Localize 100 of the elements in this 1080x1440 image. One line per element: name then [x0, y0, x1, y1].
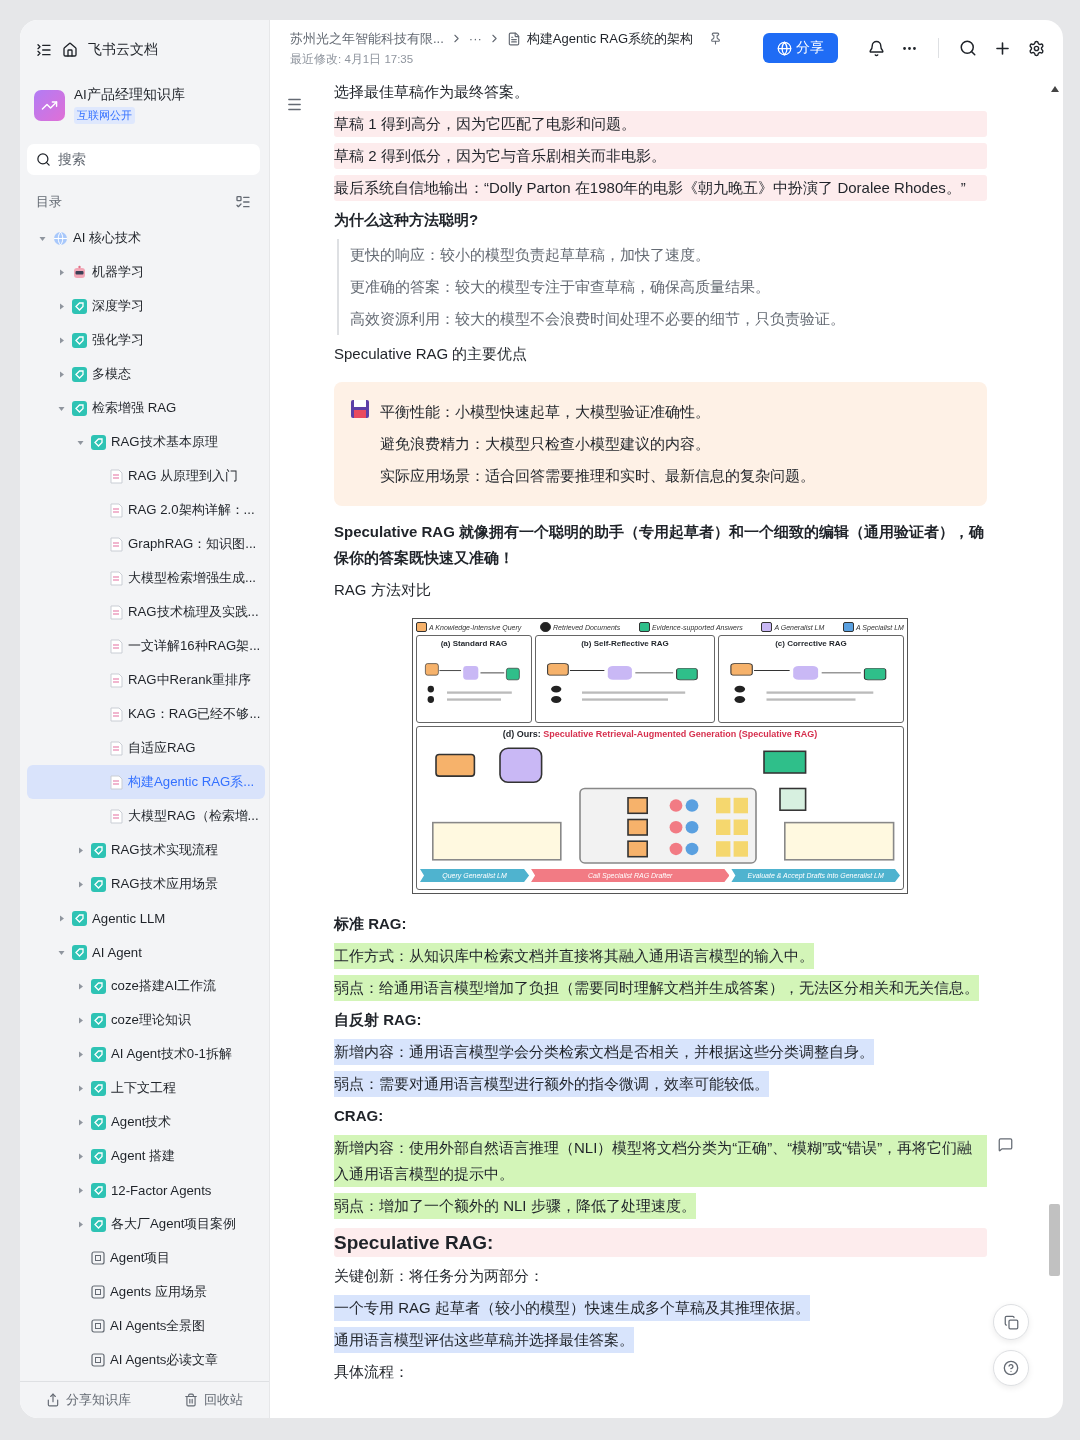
tag-icon [72, 366, 87, 382]
board-icon [91, 1353, 105, 1367]
breadcrumb-link[interactable]: 苏州光之年智能科技有限... [290, 29, 444, 48]
home-icon[interactable] [62, 42, 78, 58]
tree-item[interactable]: 多模态 [27, 357, 265, 391]
tree-item[interactable]: RAG技术实现流程 [27, 833, 265, 867]
trash-icon [183, 1393, 198, 1407]
tree-item[interactable]: coze搭建AI工作流 [27, 969, 265, 1003]
tree-item[interactable]: 大模型RAG（检索增... [27, 799, 265, 833]
tree-item[interactable]: 12-Factor Agents [27, 1173, 265, 1207]
space-title: AI产品经理知识库 [74, 86, 185, 104]
document-icon [110, 774, 123, 790]
tree-item[interactable]: 深度学习 [27, 289, 265, 323]
collapse-sidebar-icon[interactable] [36, 42, 52, 58]
last-modified-text: 最近修改: 4月1日 17:35 [290, 51, 415, 67]
share-space-button[interactable]: 分享知识库 [40, 1390, 138, 1410]
tree-item[interactable]: RAG 2.0架构详解：... [27, 493, 265, 527]
tree-item[interactable]: Agent 搭建 [27, 1139, 265, 1173]
tag-icon [91, 1046, 106, 1062]
document-icon [110, 604, 123, 620]
paragraph: 关键创新：将任务分为两部分： [334, 1266, 545, 1286]
tree-item[interactable]: 机器学习 [27, 255, 265, 289]
paragraph: 具体流程： [334, 1362, 410, 1382]
tree-item[interactable]: AI Agents全景图 [27, 1309, 265, 1343]
tree-item[interactable]: 各大厂Agent项目案例 [27, 1207, 265, 1241]
tree-item[interactable]: Agentic LLM [27, 901, 265, 935]
help-icon[interactable] [993, 1350, 1029, 1386]
search-field[interactable]: 搜索 [27, 144, 260, 175]
share-icon [46, 1393, 61, 1407]
tag-icon [72, 400, 87, 416]
scroll-up-arrow-icon[interactable] [1050, 86, 1059, 92]
tree-item[interactable]: GraphRAG：知识图... [27, 527, 265, 561]
pin-icon[interactable] [709, 32, 722, 45]
search-icon [36, 152, 51, 167]
tree-item[interactable]: AI 核心技术 [27, 221, 265, 255]
trash-button[interactable]: 回收站 [177, 1390, 249, 1410]
highlighted-text: 通用语言模型评估这些草稿并选择最佳答案。 [334, 1327, 634, 1353]
breadcrumb-link[interactable]: 构建Agentic RAG系统的架构 [526, 29, 693, 48]
tree-item[interactable]: RAG中Rerank重排序 [27, 663, 265, 697]
tree-item[interactable]: 检索增强 RAG [27, 391, 265, 425]
breadcrumb-link[interactable]: ··· [468, 31, 482, 46]
diagram-panel: (b) Self-Reflective RAG [535, 635, 715, 723]
tag-icon [72, 944, 87, 960]
tree-item[interactable]: AI Agents必读文章 [27, 1343, 265, 1377]
visibility-badge: 互联网公开 [74, 107, 135, 124]
document-icon [110, 706, 123, 722]
globe-icon [53, 230, 68, 246]
tag-icon [91, 1114, 106, 1130]
tree-item[interactable]: 一文详解16种RAG架... [27, 629, 265, 663]
tag-icon [91, 1080, 106, 1096]
highlighted-text: 新增内容：通用语言模型学会分类检索文档是否相关，并根据这些分类调整自身。 [334, 1039, 874, 1065]
tree-item[interactable]: RAG技术应用场景 [27, 867, 265, 901]
tree-item[interactable]: RAG技术梳理及实践... [27, 595, 265, 629]
share-button[interactable]: 分享 [763, 33, 838, 63]
diagram-panel: (a) Standard RAG [416, 635, 532, 723]
tag-icon [91, 1012, 106, 1028]
paragraph: 选择最佳草稿作为最终答案。 [334, 82, 530, 102]
app-title[interactable]: 飞书云文档 [88, 41, 158, 59]
document-icon [110, 672, 123, 688]
quote-line: 高效资源利用：较大的模型不会浪费时间处理不必要的细节，只负责验证。 [350, 309, 846, 329]
list-icon[interactable] [235, 194, 251, 210]
tree-item[interactable]: 自适应RAG [27, 731, 265, 765]
copy-icon[interactable] [993, 1304, 1029, 1340]
tree-item[interactable]: 强化学习 [27, 323, 265, 357]
section-heading: Speculative RAG: [334, 1228, 987, 1257]
comment-icon[interactable] [998, 1137, 1013, 1152]
tree-item[interactable]: AI Agent技术0-1拆解 [27, 1037, 265, 1071]
callout-line: 实际应用场景：适合回答需要推理和实时、最新信息的复杂问题。 [380, 466, 815, 486]
highlighted-text: 一个专用 RAG 起草者（较小的模型）快速生成多个草稿及其推理依据。 [334, 1295, 810, 1321]
tag-icon [91, 1148, 106, 1164]
tree-item[interactable]: Agent技术 [27, 1105, 265, 1139]
document-icon [110, 502, 123, 518]
tree-item[interactable]: KAG：RAG已经不够... [27, 697, 265, 731]
tree-item[interactable]: RAG 从原理到入门 [27, 459, 265, 493]
toc-label: 目录 [36, 193, 62, 211]
scrollbar-thumb[interactable] [1049, 1204, 1060, 1276]
callout-line: 避免浪费精力：大模型只检查小模型建议的内容。 [380, 434, 711, 454]
board-icon [91, 1319, 105, 1333]
tree-item[interactable]: 大模型检索增强生成... [27, 561, 265, 595]
tag-icon [91, 876, 106, 892]
document-icon [506, 31, 521, 46]
robot-icon [72, 264, 87, 280]
globe-icon [777, 40, 792, 56]
tree-item[interactable]: Agents 应用场景 [27, 1275, 265, 1309]
tree-item[interactable]: RAG技术基本原理 [27, 425, 265, 459]
tree-item[interactable]: coze理论知识 [27, 1003, 265, 1037]
highlighted-text: 弱点：增加了一个额外的 NLI 步骤，降低了处理速度。 [334, 1193, 696, 1219]
highlighted-text: 弱点：给通用语言模型增加了负担（需要同时理解文档并生成答案），无法区分相关和无关信息。 [334, 975, 979, 1001]
tag-icon [91, 1216, 106, 1232]
tree-item[interactable]: AI Agent [27, 935, 265, 969]
tag-icon [91, 1182, 106, 1198]
tree-item[interactable]: 上下文工程 [27, 1071, 265, 1105]
bold-paragraph: 为什么这种方法聪明? [334, 210, 480, 230]
tree-item[interactable]: Agent项目 [27, 1241, 265, 1275]
outline-icon[interactable] [286, 96, 303, 113]
highlighted-text: 工作方式：从知识库中检索文档并直接将其融入通用语言模型的输入中。 [334, 943, 814, 969]
tag-icon [72, 298, 87, 314]
tag-icon [72, 910, 87, 926]
board-icon [91, 1251, 105, 1265]
quote-line: 更快的响应：较小的模型负责起草草稿，加快了速度。 [350, 245, 711, 265]
